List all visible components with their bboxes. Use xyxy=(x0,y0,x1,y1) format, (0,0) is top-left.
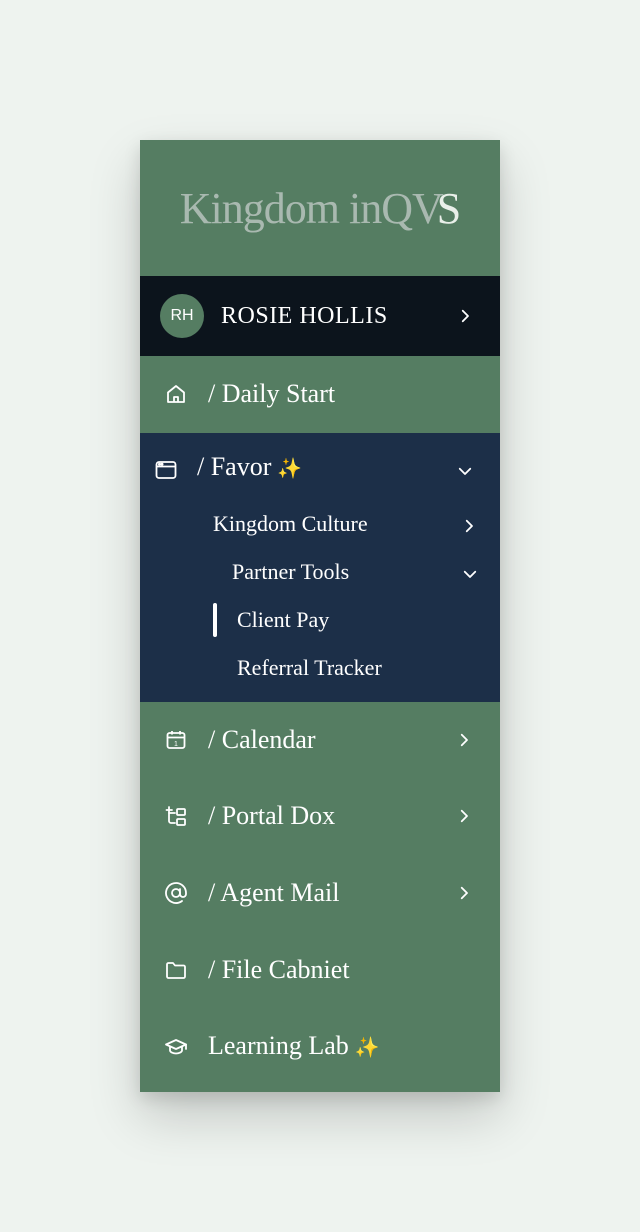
chevron-right-icon xyxy=(460,517,478,535)
avatar: RH xyxy=(160,294,204,338)
nav-item-portal-dox[interactable]: / Portal Dox xyxy=(140,778,500,854)
favor-section: / Favor ✨ Kingdom Culture Partner Tools C… xyxy=(140,433,500,702)
folder-tree-icon xyxy=(164,804,188,828)
folder-icon xyxy=(164,958,188,982)
brand-logo[interactable]: Kingdom inQVS xyxy=(140,140,500,276)
chevron-right-icon xyxy=(455,731,473,749)
nav-item-favor[interactable]: / Favor ✨ xyxy=(140,433,500,507)
sidebar: Kingdom inQVS RH ROSIE HOLLIS / Daily St… xyxy=(140,140,500,1092)
nav-item-file-cabinet[interactable]: / File Cabniet xyxy=(140,932,500,1008)
chevron-right-icon xyxy=(455,884,473,902)
graduation-cap-icon xyxy=(164,1035,188,1059)
chevron-down-icon xyxy=(461,565,479,583)
calendar-icon: 1 xyxy=(164,728,188,752)
logo-text: Kingdom inQVS xyxy=(179,183,462,233)
chevron-down-icon xyxy=(456,462,474,480)
nav-label-learning-lab: Learning Lab ✨ xyxy=(208,1031,380,1060)
submenu-item-kingdom-culture[interactable]: Kingdom Culture xyxy=(213,511,368,537)
nav-item-agent-mail[interactable]: / Agent Mail xyxy=(140,855,500,931)
nav-item-daily-start[interactable]: / Daily Start xyxy=(140,356,500,432)
sparkle-icon: ✨ xyxy=(277,458,303,480)
submenu-item-client-pay[interactable]: Client Pay xyxy=(237,607,329,633)
chevron-right-icon xyxy=(455,807,473,825)
browser-window-icon xyxy=(154,458,178,482)
submenu-item-partner-tools[interactable]: Partner Tools xyxy=(232,559,349,585)
nav-label-favor: / Favor ✨ xyxy=(197,452,303,481)
nav-label-calendar: / Calendar xyxy=(208,725,316,754)
nav-item-learning-lab[interactable]: Learning Lab ✨ xyxy=(140,1008,500,1084)
home-icon xyxy=(164,382,188,406)
active-indicator xyxy=(213,603,217,637)
nav-label-portal-dox: / Portal Dox xyxy=(208,801,336,830)
nav-label-daily-start: / Daily Start xyxy=(208,379,336,408)
user-profile-row[interactable]: RH ROSIE HOLLIS xyxy=(140,276,500,356)
chevron-right-icon xyxy=(456,307,474,325)
svg-text:1: 1 xyxy=(174,741,178,748)
nav-item-calendar[interactable]: 1 / Calendar xyxy=(140,702,500,778)
user-name: ROSIE HOLLIS xyxy=(221,302,388,329)
sparkle-icon: ✨ xyxy=(354,1037,380,1059)
at-sign-icon xyxy=(164,881,188,905)
nav-label-agent-mail: / Agent Mail xyxy=(208,878,340,907)
submenu-item-referral-tracker[interactable]: Referral Tracker xyxy=(237,655,382,681)
nav-label-file-cabinet: / File Cabniet xyxy=(208,955,350,984)
